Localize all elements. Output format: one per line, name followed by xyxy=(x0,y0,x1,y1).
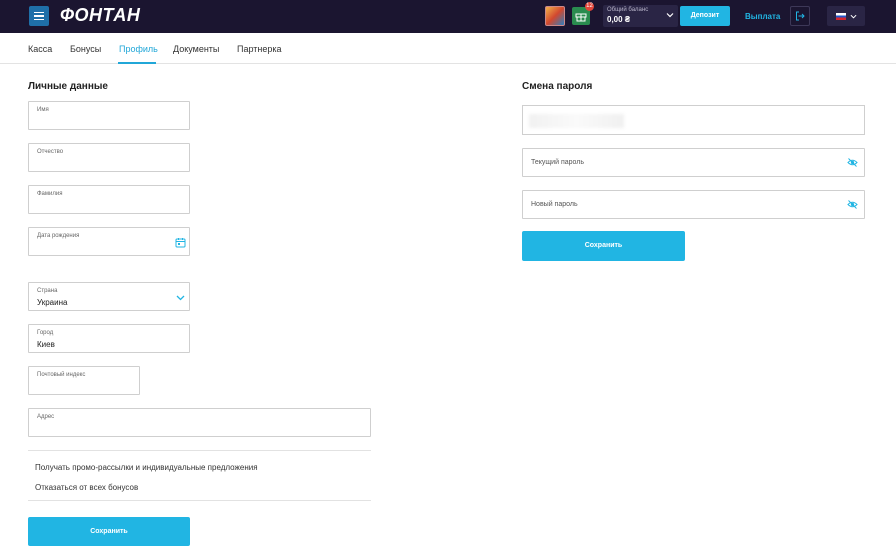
user-avatar[interactable] xyxy=(545,6,565,26)
middle-name-label: Отчество xyxy=(37,149,64,155)
new-password-field[interactable]: Новый пароль xyxy=(522,190,865,219)
first-name-label: Имя xyxy=(37,107,49,113)
refuse-bonuses-option[interactable]: Отказаться от всех бонусов xyxy=(35,483,138,492)
divider xyxy=(28,500,371,501)
middle-name-field[interactable]: Отчество xyxy=(28,143,190,172)
save-profile-button[interactable]: Сохранить xyxy=(28,517,190,546)
address-field[interactable]: Адрес xyxy=(28,408,371,437)
chevron-down-icon xyxy=(176,295,185,301)
save-password-button[interactable]: Сохранить xyxy=(522,231,685,261)
first-name-field[interactable]: Имя xyxy=(28,101,190,130)
last-name-field[interactable]: Фамилия xyxy=(28,185,190,214)
russian-flag-icon xyxy=(835,12,846,20)
top-header: ФОНТАН 12 Общий баланс 0,00 ₴ Депозит Вы… xyxy=(0,0,896,33)
personal-data-title: Личные данные xyxy=(28,81,108,92)
hamburger-line xyxy=(34,11,44,14)
tab-documents[interactable]: Документы xyxy=(173,44,219,54)
change-password-title: Смена пароля xyxy=(522,81,593,92)
withdraw-link[interactable]: Выплата xyxy=(745,12,780,21)
language-selector[interactable] xyxy=(827,6,865,26)
eye-off-icon[interactable] xyxy=(847,157,858,168)
divider xyxy=(28,450,371,451)
tab-cashier[interactable]: Касса xyxy=(28,44,52,54)
tab-partners[interactable]: Партнерка xyxy=(237,44,282,54)
tab-bonuses[interactable]: Бонусы xyxy=(70,44,101,54)
balance-label: Общий баланс xyxy=(607,7,649,13)
country-label: Страна xyxy=(37,288,58,294)
chevron-down-icon xyxy=(666,13,674,18)
calendar-icon[interactable] xyxy=(175,237,186,248)
tab-profile[interactable]: Профиль xyxy=(119,44,158,54)
logout-icon xyxy=(796,11,805,21)
hamburger-line xyxy=(34,15,44,17)
eye-off-icon[interactable] xyxy=(847,199,858,210)
last-name-label: Фамилия xyxy=(37,191,63,197)
new-password-placeholder: Новый пароль xyxy=(531,201,578,208)
current-password-field[interactable]: Текущий пароль xyxy=(522,148,865,177)
blurred-login-value xyxy=(529,114,624,128)
city-field[interactable]: Город Киев xyxy=(28,324,190,353)
gift-count-badge: 12 xyxy=(585,2,594,11)
country-select[interactable]: Страна Украина xyxy=(28,282,190,311)
deposit-button[interactable]: Депозит xyxy=(680,6,730,26)
balance-value: 0,00 ₴ xyxy=(607,15,631,24)
address-label: Адрес xyxy=(37,414,55,420)
city-label: Город xyxy=(37,330,54,336)
hamburger-line xyxy=(34,18,44,21)
hamburger-menu-button[interactable] xyxy=(29,6,49,26)
birth-date-label: Дата рождения xyxy=(37,233,80,239)
current-password-placeholder: Текущий пароль xyxy=(531,159,584,166)
profile-tabs: Касса Бонусы Профиль Документы Партнерка xyxy=(0,33,896,64)
logout-button[interactable] xyxy=(790,6,810,26)
chevron-down-icon xyxy=(850,14,856,19)
login-field[interactable] xyxy=(522,105,865,135)
postal-code-field[interactable]: Почтовый индекс xyxy=(28,366,140,395)
balance-dropdown[interactable]: Общий баланс 0,00 ₴ xyxy=(603,5,678,27)
postal-code-label: Почтовый индекс xyxy=(37,372,86,378)
promo-mailing-option[interactable]: Получать промо-рассылки и индивидуальные… xyxy=(35,463,258,472)
active-tab-indicator xyxy=(118,62,156,64)
city-value: Киев xyxy=(37,340,55,349)
site-logo[interactable]: ФОНТАН xyxy=(60,5,140,26)
birth-date-field[interactable]: Дата рождения xyxy=(28,227,190,256)
gift-glyph xyxy=(575,13,587,22)
country-value: Украина xyxy=(37,298,68,307)
